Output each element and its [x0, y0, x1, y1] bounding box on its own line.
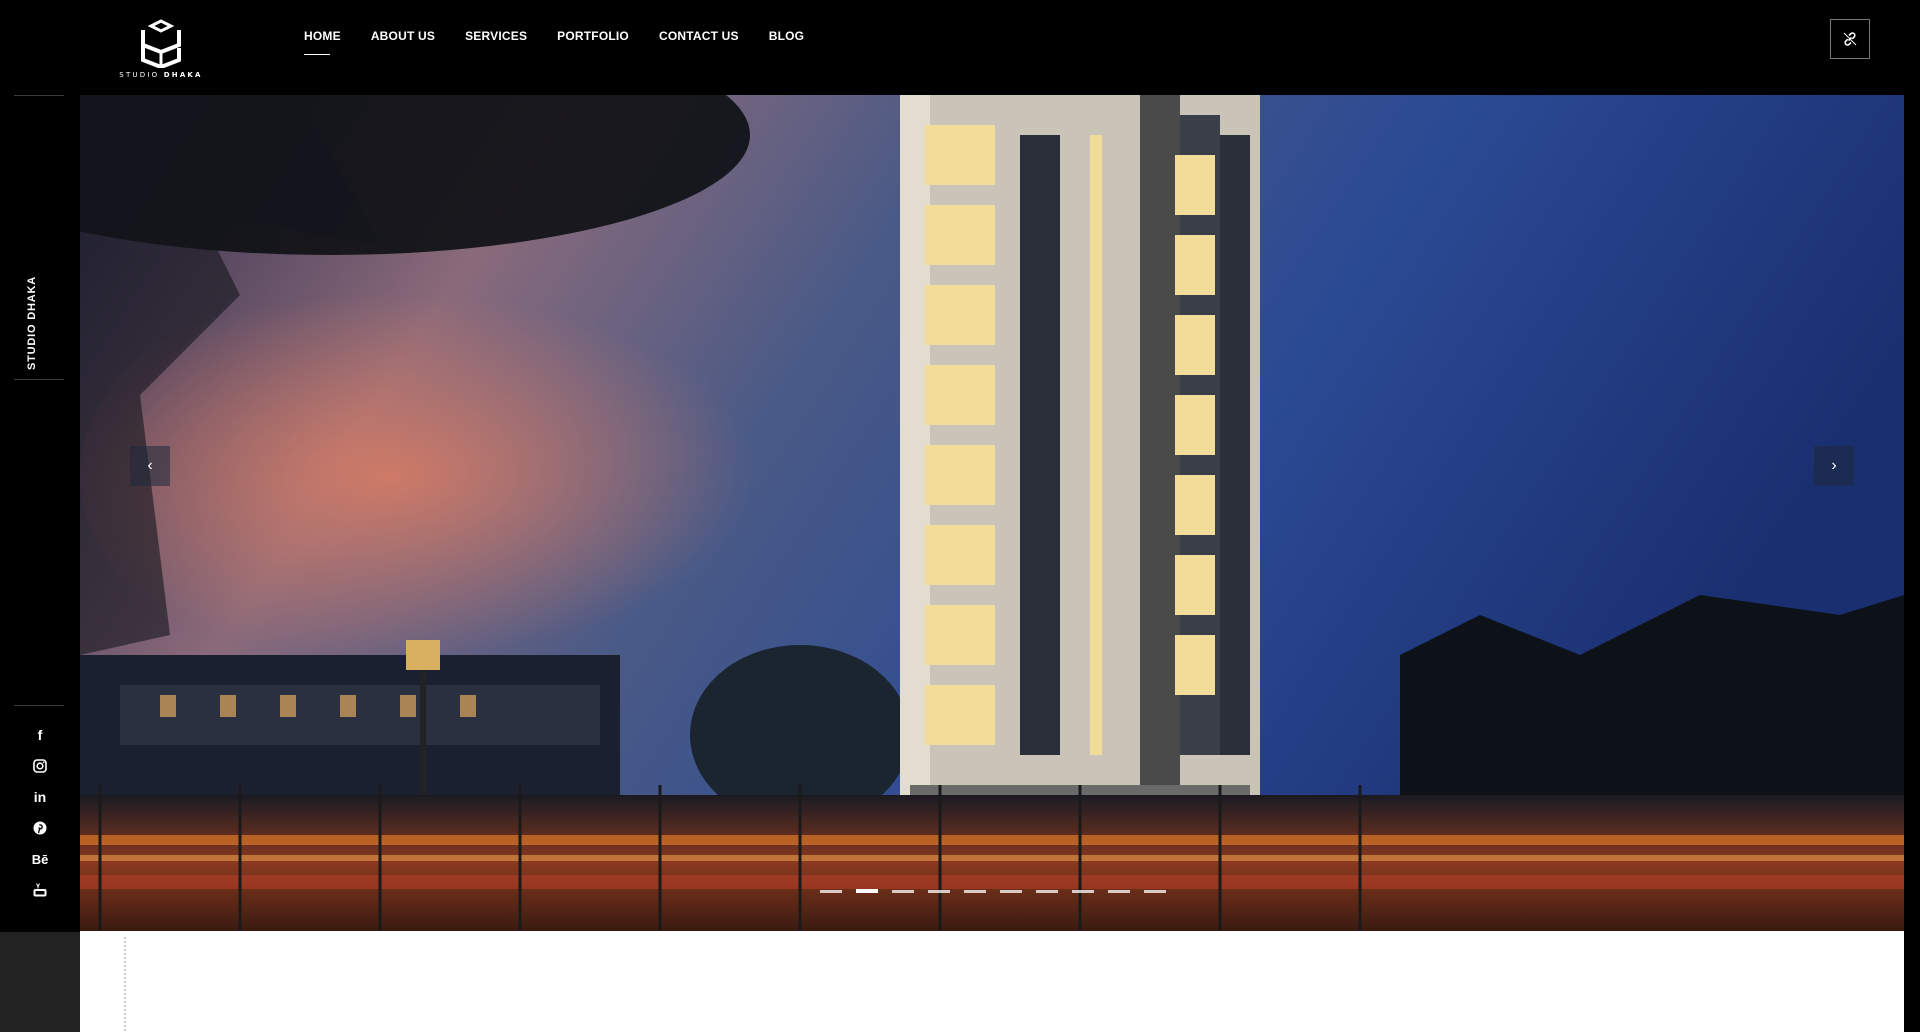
page: STUDIO DHAKA HOME ABOUT US SERVICES PORT…: [0, 0, 1920, 1032]
youtube-link[interactable]: [26, 879, 54, 901]
sidebar-divider: [14, 705, 64, 706]
logo-mark-icon: [141, 19, 181, 68]
main-nav: HOME ABOUT US SERVICES PORTFOLIO CONTACT…: [304, 29, 834, 55]
slider-pagination: [820, 889, 1180, 893]
instagram-link[interactable]: [26, 755, 54, 777]
content-section: [80, 931, 1904, 1032]
header: STUDIO DHAKA HOME ABOUT US SERVICES PORT…: [0, 0, 1920, 95]
hero-slider: ‹ ›: [80, 95, 1904, 931]
header-action-button[interactable]: [1830, 19, 1870, 59]
slider-dot[interactable]: [1072, 890, 1094, 893]
logo-text: STUDIO DHAKA: [114, 71, 208, 79]
instagram-icon: [33, 759, 47, 773]
slider-dot[interactable]: [1000, 890, 1022, 893]
sidebar-divider: [14, 95, 64, 96]
facebook-icon: f: [37, 727, 43, 743]
slider-dot-active[interactable]: [856, 889, 878, 893]
bottom-left-panel: [0, 932, 80, 1032]
hero-image: [80, 95, 1904, 931]
facebook-link[interactable]: f: [26, 724, 54, 746]
nav-home[interactable]: HOME: [304, 29, 341, 55]
behance-link[interactable]: Bē: [26, 848, 54, 870]
nav-about-us[interactable]: ABOUT US: [371, 29, 435, 43]
slider-dot[interactable]: [1108, 890, 1130, 893]
sidebar-vertical-label: STUDIO DHAKA: [26, 276, 40, 370]
slider-dot[interactable]: [820, 890, 842, 893]
slider-dot[interactable]: [892, 890, 914, 893]
nav-contact-us[interactable]: CONTACT US: [659, 29, 739, 43]
nav-services[interactable]: SERVICES: [465, 29, 527, 43]
slider-dot[interactable]: [928, 890, 950, 893]
scrollbar[interactable]: [1904, 0, 1920, 1032]
slider-next-button[interactable]: ›: [1814, 446, 1854, 486]
logo-text-bold: DHAKA: [163, 71, 203, 79]
pinterest-icon: [33, 821, 47, 835]
youtube-icon: [33, 883, 47, 897]
linkedin-icon: in: [33, 789, 47, 805]
chevron-left-icon: ‹: [147, 457, 153, 474]
logo-text-light: STUDIO: [119, 71, 160, 79]
slider-prev-button[interactable]: ‹: [130, 446, 170, 486]
decorative-dotted-line: [124, 937, 126, 1032]
nav-blog[interactable]: BLOG: [769, 29, 804, 43]
behance-icon: Bē: [31, 851, 49, 867]
pinterest-link[interactable]: [26, 817, 54, 839]
left-sidebar: STUDIO DHAKA f in Bē: [0, 95, 80, 932]
logo[interactable]: STUDIO DHAKA: [114, 18, 208, 82]
sidebar-divider: [14, 379, 64, 380]
slider-dot[interactable]: [1036, 890, 1058, 893]
sidebar-brand-label: STUDIO DHAKA: [26, 276, 38, 370]
link-icon: [1843, 32, 1857, 46]
chevron-right-icon: ›: [1831, 457, 1837, 474]
slider-dot[interactable]: [964, 890, 986, 893]
slider-dot[interactable]: [1144, 890, 1166, 893]
nav-portfolio[interactable]: PORTFOLIO: [557, 29, 629, 43]
linkedin-link[interactable]: in: [26, 786, 54, 808]
